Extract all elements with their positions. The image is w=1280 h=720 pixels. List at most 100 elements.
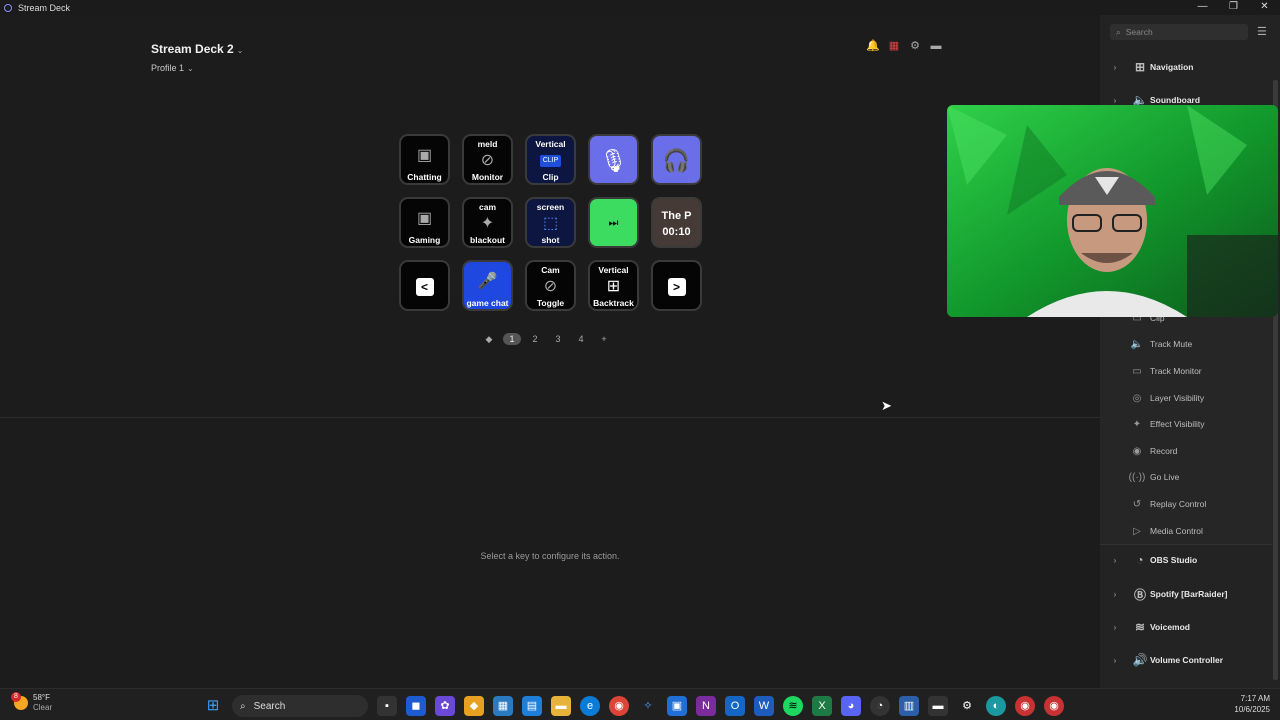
key-vertical-backtrack[interactable]: Vertical ⊞ Backtrack xyxy=(588,260,639,311)
weather-temp: 58°F xyxy=(33,693,50,702)
chrome-icon[interactable]: ◉ xyxy=(609,696,629,716)
key-game-chat[interactable]: 🎤 game chat xyxy=(462,260,513,311)
spotify-icon[interactable]: ≋ xyxy=(783,696,803,716)
key-meld-monitor[interactable]: meld ⊘ Monitor xyxy=(462,134,513,185)
broadcast-icon: ((·)) xyxy=(1128,471,1146,483)
category-spotify[interactable]: › Ⓑ Spotify [BarRaider] xyxy=(1100,581,1272,607)
title-bar: Stream Deck — ❐ ✕ xyxy=(0,0,1280,15)
chevron-right-icon: › xyxy=(1113,555,1117,565)
action-replay-control[interactable]: ↺ Replay Control xyxy=(1100,491,1272,517)
weather-widget[interactable]: 8 58°F Clear xyxy=(11,692,53,713)
bell-icon[interactable]: 🔔 xyxy=(866,39,880,53)
device-selector[interactable]: Stream Deck 2 ⌄ xyxy=(151,40,243,58)
obs-icon[interactable]: ◔ xyxy=(870,696,890,716)
close-button[interactable]: ✕ xyxy=(1249,0,1280,15)
next-track-icon: ⏭ xyxy=(608,217,619,229)
action-track-mute[interactable]: 🔈 Track Mute xyxy=(1100,331,1272,357)
key-vertical-clip[interactable]: Vertical CLIP Clip xyxy=(525,134,576,185)
key-play-next[interactable]: ⏭ xyxy=(588,197,639,248)
key-grid: ▣ Chatting meld ⊘ Monitor Vertical CLIP … xyxy=(399,134,702,311)
key-chatting[interactable]: ▣ Chatting xyxy=(399,134,450,185)
action-record[interactable]: ◉ Record xyxy=(1100,438,1272,464)
key-now-playing[interactable]: The P 00:10 xyxy=(651,197,702,248)
windows-start-icon[interactable]: ⊞ xyxy=(203,696,223,716)
category-voicemod[interactable]: › ≋ Voicemod xyxy=(1100,614,1272,640)
maximize-button[interactable]: ❐ xyxy=(1218,0,1249,15)
add-page-button[interactable]: + xyxy=(595,333,613,345)
taskbar-search[interactable]: ⌕ Search xyxy=(232,695,368,717)
device-name: Stream Deck 2 xyxy=(151,42,234,56)
config-hint: Select a key to configure its action. xyxy=(480,551,620,561)
key-headphones[interactable]: 🎧 xyxy=(651,134,702,185)
search-input[interactable]: ⌕ Search xyxy=(1110,24,1248,40)
key-cam-blackout[interactable]: cam ✦ blackout xyxy=(462,197,513,248)
action-media-control[interactable]: ▷ Media Control xyxy=(1100,518,1272,544)
sparkle-icon: ✦ xyxy=(1132,418,1142,430)
key-previous-page[interactable]: < xyxy=(399,260,450,311)
remote-desktop-icon[interactable]: ▣ xyxy=(667,696,687,716)
windows-taskbar: 8 58°F Clear ⊞ ⌕ Search ▪ ◼ ✿ ◆ ▦ ▤ ▬ e … xyxy=(0,688,1280,720)
calculator-icon[interactable]: ▦ xyxy=(493,696,513,716)
category-volume-controller[interactable]: › 🔊 Volume Controller xyxy=(1100,647,1272,673)
gear-icon[interactable]: ⚙ xyxy=(908,39,922,53)
category-navigation[interactable]: › ⊞ Navigation xyxy=(1100,54,1272,80)
action-effect-visibility[interactable]: ✦ Effect Visibility xyxy=(1100,411,1272,437)
chevron-left-icon: < xyxy=(415,277,434,296)
task-view-icon[interactable]: ▪ xyxy=(377,696,397,716)
action-track-monitor[interactable]: ▭ Track Monitor xyxy=(1100,358,1272,384)
page-1[interactable]: 1 xyxy=(503,333,521,345)
action-layer-visibility[interactable]: ◎ Layer Visibility xyxy=(1100,385,1272,411)
app-icon-teal[interactable]: ◐ xyxy=(986,696,1006,716)
key-mic[interactable]: 🎙 xyxy=(588,134,639,185)
key-gaming[interactable]: ▣ Gaming xyxy=(399,197,450,248)
replay-icon: ↺ xyxy=(1132,498,1142,510)
page-4[interactable]: 4 xyxy=(572,333,590,345)
discord-icon[interactable]: ◕ xyxy=(841,696,861,716)
settings-icon[interactable]: ⚙ xyxy=(957,696,977,716)
microphone-icon: 🎤 xyxy=(477,272,498,290)
media-icon: ▷ xyxy=(1133,525,1141,537)
app-icon-red-1[interactable]: ◉ xyxy=(1015,696,1035,716)
speaker-icon: 🔈 xyxy=(1130,338,1144,350)
action-go-live[interactable]: ((·)) Go Live xyxy=(1100,464,1272,490)
key-screenshot[interactable]: screen ⬚ shot xyxy=(525,197,576,248)
track-title: The P xyxy=(661,209,692,222)
excel-icon[interactable]: X xyxy=(812,696,832,716)
webcam-feed-image xyxy=(947,105,1278,317)
outlook-icon[interactable]: O xyxy=(725,696,745,716)
system-clock[interactable]: 7:17 AM 10/6/2025 xyxy=(1202,693,1270,715)
sticky-notes-icon[interactable]: ◆ xyxy=(464,696,484,716)
kodi-icon[interactable]: ✧ xyxy=(638,696,658,716)
marketplace-icon[interactable]: ▦ xyxy=(887,39,901,53)
mouse-cursor: ➤ xyxy=(881,398,892,413)
lock-icon: ▣ xyxy=(416,146,433,164)
minimize-button[interactable]: — xyxy=(1187,0,1218,15)
onenote-icon[interactable]: N xyxy=(696,696,716,716)
store-icon[interactable]: ◼ xyxy=(406,696,426,716)
edge-icon[interactable]: e xyxy=(580,696,600,716)
key-cam-toggle[interactable]: Cam ⊘ Toggle xyxy=(525,260,576,311)
taskbar-apps: ⊞ ⌕ Search ▪ ◼ ✿ ◆ ▦ ▤ ▬ e ◉ ✧ ▣ N O W ≋… xyxy=(203,695,1064,717)
voicemod-icon: ≋ xyxy=(1134,620,1146,634)
key-next-page[interactable]: > xyxy=(651,260,702,311)
obs-icon: ◔ xyxy=(1136,553,1144,567)
list-view-icon[interactable]: ☰ xyxy=(1257,25,1267,38)
stream-deck-taskbar-icon[interactable]: ▬ xyxy=(928,696,948,716)
file-explorer-icon[interactable]: ▬ xyxy=(551,696,571,716)
word-icon[interactable]: W xyxy=(754,696,774,716)
weather-desc: Clear xyxy=(33,703,53,712)
category-obs-studio[interactable]: › ◔ OBS Studio xyxy=(1100,547,1272,573)
device-icon[interactable]: ▬ xyxy=(929,39,943,53)
app-icon-red-2[interactable]: ◉ xyxy=(1044,696,1064,716)
search-placeholder: Search xyxy=(1125,27,1153,37)
eye-off-icon: ⊘ xyxy=(543,277,558,295)
meld-icon[interactable]: ▥ xyxy=(899,696,919,716)
chevron-right-icon: › xyxy=(1113,622,1117,632)
page-3[interactable]: 3 xyxy=(549,333,567,345)
profile-selector[interactable]: Profile 1 ⌄ xyxy=(151,63,243,73)
calendar-icon[interactable]: ▤ xyxy=(522,696,542,716)
copilot-icon[interactable]: ✿ xyxy=(435,696,455,716)
page-2[interactable]: 2 xyxy=(526,333,544,345)
pin-icon[interactable]: ◆ xyxy=(480,333,498,345)
meld-actions-list: ▭ Clip 🔈 Track Mute ▭ Track Monitor ◎ Layer … xyxy=(1100,310,1272,545)
